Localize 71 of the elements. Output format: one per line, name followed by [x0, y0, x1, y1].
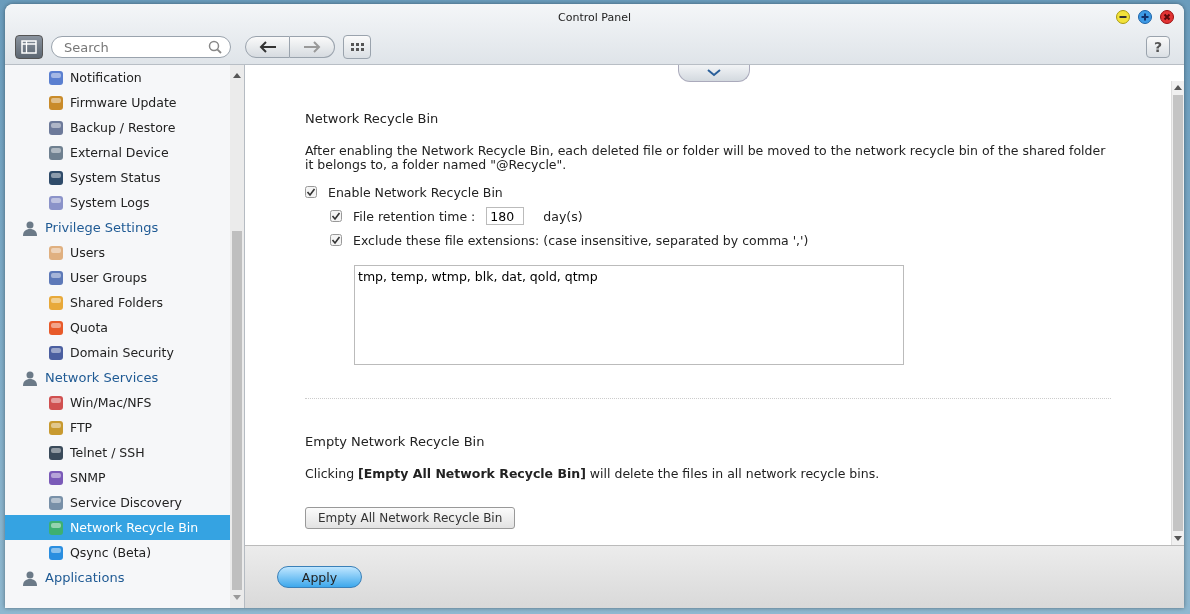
checkbox-label: File retention time :: [353, 208, 476, 224]
item-icon: [48, 419, 64, 436]
item-icon: [48, 144, 64, 161]
maximize-button[interactable]: [1138, 10, 1152, 24]
sidebar-item[interactable]: Backup / Restore: [5, 115, 230, 140]
sidebar-item[interactable]: Shared Folders: [5, 290, 230, 315]
item-icon: [48, 469, 64, 486]
checkbox-label: Exclude these file extensions: (case insensitive, separated by comma ','): [353, 232, 809, 248]
scrollbar[interactable]: [1171, 81, 1184, 545]
item-icon: [48, 444, 64, 461]
help-button[interactable]: ?: [1146, 36, 1170, 58]
sidebar-item[interactable]: SNMP: [5, 465, 230, 490]
minimize-button[interactable]: [1116, 10, 1130, 24]
collapse-tab[interactable]: [678, 65, 750, 82]
item-icon: [48, 344, 64, 361]
scrollbar[interactable]: [230, 65, 244, 608]
item-icon: [48, 244, 64, 261]
sidebar-item[interactable]: Telnet / SSH: [5, 440, 230, 465]
sidebar-toggle-button[interactable]: [15, 35, 43, 59]
item-icon: [48, 494, 64, 511]
sidebar-icon: [21, 40, 37, 54]
empty-all-button[interactable]: Empty All Network Recycle Bin: [305, 507, 516, 529]
item-icon: [48, 269, 64, 286]
search-icon: [208, 40, 222, 54]
grid-icon: [350, 43, 364, 51]
sidebar-item[interactable]: Quota: [5, 315, 230, 340]
sidebar-group[interactable]: Privilege Settings: [5, 215, 230, 240]
sidebar-item[interactable]: Qsync (Beta): [5, 540, 230, 565]
apps-grid-button[interactable]: [343, 35, 371, 59]
chevron-down-icon: [707, 69, 721, 77]
retention-field[interactable]: 180: [486, 207, 525, 225]
item-icon: [48, 169, 64, 186]
checkbox[interactable]: [330, 210, 342, 222]
sidebar-item[interactable]: System Logs: [5, 190, 230, 215]
sidebar-item[interactable]: Notification: [5, 65, 230, 90]
sidebar-item[interactable]: User Groups: [5, 265, 230, 290]
back-button[interactable]: [245, 36, 290, 58]
checkbox-label: Enable Network Recycle Bin: [328, 184, 503, 200]
item-icon: [48, 69, 64, 86]
item-icon: [48, 194, 64, 211]
unit-label: day(s): [543, 208, 583, 224]
sidebar-item[interactable]: Domain Security: [5, 340, 230, 365]
sidebar-group[interactable]: Applications: [5, 565, 230, 590]
right-arrow-icon: [303, 41, 321, 53]
item-icon: [48, 94, 64, 111]
sidebar-item[interactable]: Win/Mac/NFS: [5, 390, 230, 415]
checkbox[interactable]: [330, 234, 342, 246]
checkbox[interactable]: [305, 186, 317, 198]
description-text: After enabling the Network Recycle Bin, each deleted file or folder will be moved to the network recycle bin of the shared folder it belongs to, a folder named "@Recycle".: [305, 144, 1107, 172]
close-button[interactable]: [1160, 10, 1174, 24]
section-title: Empty Network Recycle Bin: [305, 434, 486, 449]
sidebar-item[interactable]: External Device: [5, 140, 230, 165]
item-icon: [48, 294, 64, 311]
sidebar-item[interactable]: Service Discovery: [5, 490, 230, 515]
search-field[interactable]: Search: [51, 36, 231, 58]
apply-button[interactable]: Apply: [277, 566, 362, 588]
extensions-field[interactable]: tmp, temp, wtmp, blk, dat, qold, qtmp: [354, 265, 904, 365]
item-icon: [48, 544, 64, 561]
sidebar-item[interactable]: System Status: [5, 165, 230, 190]
window-title: Control Panel: [558, 10, 631, 24]
item-icon: [48, 394, 64, 411]
description-text: Clicking [Empty All Network Recycle Bin] will delete the files in all network recycle bins.: [305, 467, 881, 481]
item-icon: [48, 119, 64, 136]
item-icon: [48, 519, 64, 536]
left-arrow-icon: [258, 41, 277, 53]
item-icon: [48, 319, 64, 336]
sidebar-item[interactable]: Users: [5, 240, 230, 265]
section-title: Network Recycle Bin: [305, 111, 440, 126]
sidebar-group[interactable]: Network Services: [5, 365, 230, 390]
sidebar-item[interactable]: Firmware Update: [5, 90, 230, 115]
sidebar-item[interactable]: FTP: [5, 415, 230, 440]
